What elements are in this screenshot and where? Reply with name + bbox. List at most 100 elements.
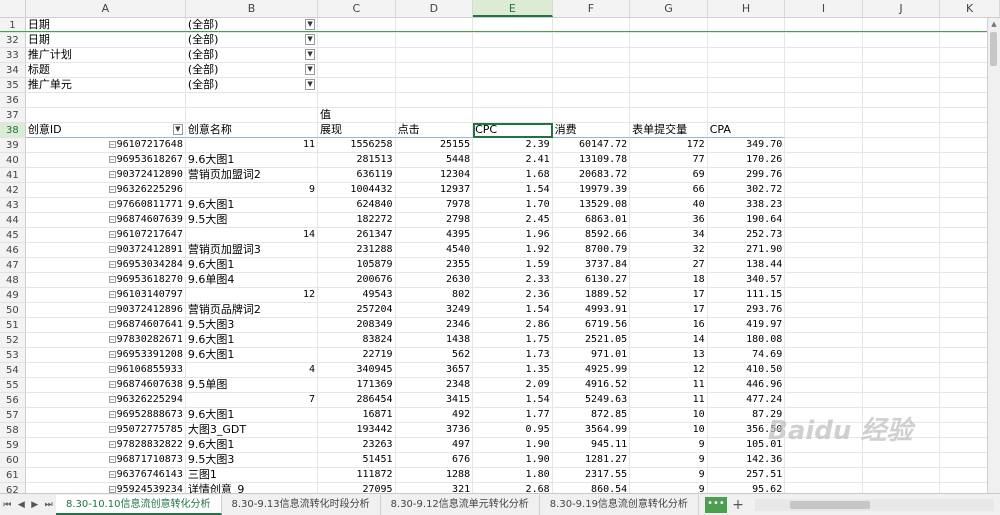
row-header[interactable]: 32 — [0, 33, 26, 48]
empty-cell[interactable] — [785, 303, 863, 318]
form-submissions-cell[interactable]: 12 — [630, 363, 708, 378]
empty-cell[interactable] — [862, 288, 941, 303]
creative-id-cell[interactable]: −96103140797 — [25, 288, 186, 303]
impressions-cell[interactable]: 49543 — [318, 288, 396, 303]
creative-name-cell[interactable]: 9.6大图1 — [185, 153, 319, 168]
creative-id-cell[interactable]: −96874607639 — [25, 213, 186, 228]
creative-id-cell[interactable]: −96106855933 — [25, 363, 186, 378]
clicks-cell[interactable]: 12937 — [395, 183, 474, 198]
cost-cell[interactable]: 6719.56 — [552, 318, 631, 333]
cpa-cell[interactable]: 180.08 — [707, 333, 786, 348]
clicks-cell[interactable]: 3657 — [395, 363, 474, 378]
empty-cell[interactable] — [862, 63, 941, 78]
form-submissions-cell[interactable]: 32 — [630, 243, 708, 258]
empty-cell[interactable] — [785, 93, 863, 108]
creative-name-cell[interactable]: 7 — [185, 393, 319, 408]
empty-cell[interactable] — [318, 33, 396, 48]
filter-dropdown-icon[interactable]: ▼ — [305, 19, 316, 30]
prev-sheet-icon[interactable]: ◀ — [18, 500, 25, 510]
row-header[interactable]: 57 — [0, 408, 26, 423]
cpa-cell[interactable]: 340.57 — [707, 273, 786, 288]
row-header[interactable]: 50 — [0, 303, 26, 318]
creative-name-cell[interactable]: 9 — [185, 183, 319, 198]
form-submissions-cell[interactable]: 17 — [630, 288, 708, 303]
impressions-cell[interactable]: 83824 — [318, 333, 396, 348]
cpc-cell[interactable]: 2.09 — [473, 378, 553, 393]
row-header[interactable]: 61 — [0, 468, 26, 483]
empty-cell[interactable] — [473, 48, 553, 63]
form-submissions-cell[interactable]: 11 — [630, 393, 708, 408]
creative-id-cell[interactable]: −96376746143 — [25, 468, 186, 483]
clicks-cell[interactable]: 25155 — [395, 138, 474, 153]
cpc-cell[interactable]: 1.80 — [473, 468, 553, 483]
empty-cell[interactable] — [862, 48, 941, 63]
form-submissions-cell[interactable]: 10 — [630, 423, 708, 438]
creative-id-cell[interactable]: −96953618270 — [25, 273, 186, 288]
empty-cell[interactable] — [785, 273, 863, 288]
empty-cell[interactable] — [630, 78, 708, 93]
empty-cell[interactable] — [185, 108, 319, 123]
cpa-cell[interactable]: 349.70 — [707, 138, 786, 153]
impressions-cell[interactable]: 261347 — [318, 228, 396, 243]
sheet-tab-3[interactable]: 8.30-9.12信息流单元转化分析 — [381, 494, 540, 515]
row-header[interactable]: 36 — [0, 93, 26, 108]
empty-cell[interactable] — [707, 33, 786, 48]
creative-name-cell[interactable]: 9.5单图 — [185, 378, 319, 393]
row-header[interactable]: 46 — [0, 243, 26, 258]
clicks-cell[interactable]: 5448 — [395, 153, 474, 168]
cpc-cell[interactable]: 0.95 — [473, 423, 553, 438]
cpc-cell[interactable]: 1.35 — [473, 363, 553, 378]
creative-id-cell[interactable]: −96874607641 — [25, 318, 186, 333]
empty-cell[interactable] — [318, 93, 396, 108]
column-header-i[interactable]: I — [785, 0, 863, 17]
empty-cell[interactable] — [785, 198, 863, 213]
creative-name-cell[interactable]: 9.6大图1 — [185, 198, 319, 213]
cpa-cell[interactable]: 477.24 — [707, 393, 786, 408]
empty-cell[interactable] — [785, 228, 863, 243]
clicks-cell[interactable]: 2630 — [395, 273, 474, 288]
clicks-cell[interactable]: 12304 — [395, 168, 474, 183]
column-header-d[interactable]: D — [396, 0, 474, 17]
column-header-g[interactable]: G — [630, 0, 708, 17]
creative-id-cell[interactable]: −97828832822 — [25, 438, 186, 453]
row-header[interactable]: 38 — [0, 123, 26, 138]
cpc-cell[interactable]: 1.54 — [473, 393, 553, 408]
empty-cell[interactable] — [707, 108, 786, 123]
filter-dropdown-icon[interactable]: ▼ — [305, 64, 316, 75]
cpc-cell[interactable]: 1.96 — [473, 228, 553, 243]
clicks-cell[interactable]: 1438 — [395, 333, 474, 348]
creative-id-cell[interactable]: −96952888673 — [25, 408, 186, 423]
creative-name-cell[interactable]: 大图3_GDT — [185, 423, 319, 438]
cpa-cell[interactable]: 190.64 — [707, 213, 786, 228]
form-submissions-cell[interactable]: 18 — [630, 273, 708, 288]
cost-cell[interactable]: 4925.99 — [552, 363, 631, 378]
cpa-cell[interactable]: 299.76 — [707, 168, 786, 183]
filter-dropdown-icon[interactable]: ▼ — [172, 124, 183, 135]
column-header-j[interactable]: J — [863, 0, 941, 17]
creative-name-cell[interactable]: 9.5大图 — [185, 213, 319, 228]
filter-label[interactable]: 日期 — [25, 33, 186, 48]
cost-cell[interactable]: 5249.63 — [552, 393, 631, 408]
form-submissions-cell[interactable]: 9 — [630, 483, 708, 493]
creative-name-cell[interactable]: 9.6大图1 — [185, 333, 319, 348]
form-submissions-cell[interactable]: 9 — [630, 438, 708, 453]
cpc-cell[interactable]: 1.75 — [473, 333, 553, 348]
empty-cell[interactable] — [785, 33, 863, 48]
empty-cell[interactable] — [318, 63, 396, 78]
row-header[interactable]: 33 — [0, 48, 26, 63]
creative-name-cell[interactable]: 三图1 — [185, 468, 319, 483]
collapse-icon[interactable]: − — [108, 320, 116, 328]
sheet-tab-4[interactable]: 8.30-9.19信息流创意转化分析 — [540, 494, 699, 515]
collapse-icon[interactable]: − — [108, 440, 116, 448]
col-header-form-submissions[interactable]: 表单提交量 — [630, 123, 708, 138]
col-header-creative-name[interactable]: 创意名称 — [185, 123, 319, 138]
cpc-cell[interactable]: 2.86 — [473, 318, 553, 333]
clicks-cell[interactable]: 2798 — [395, 213, 474, 228]
collapse-icon[interactable]: − — [108, 365, 116, 373]
empty-cell[interactable] — [862, 363, 941, 378]
creative-id-cell[interactable]: −90372412891 — [25, 243, 186, 258]
impressions-cell[interactable]: 231288 — [318, 243, 396, 258]
form-submissions-cell[interactable]: 172 — [630, 138, 708, 153]
empty-cell[interactable] — [862, 318, 941, 333]
empty-cell[interactable] — [395, 93, 474, 108]
